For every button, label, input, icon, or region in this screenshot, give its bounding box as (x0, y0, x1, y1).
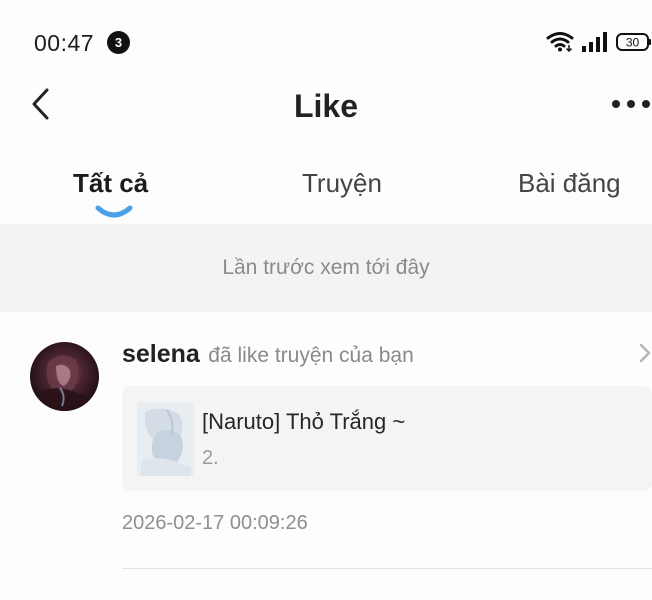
active-tab-indicator (95, 205, 133, 218)
status-bar: 00:47 3 30 (0, 0, 652, 86)
wifi-icon (546, 32, 574, 52)
status-time: 00:47 (34, 30, 95, 56)
notification-count-badge: 3 (107, 31, 130, 54)
tab-all[interactable]: Tất cả (73, 168, 148, 199)
user-name[interactable]: selena (122, 340, 200, 368)
notification-timestamp: 2026-02-17 00:09:26 (122, 512, 308, 534)
more-icon[interactable] (610, 98, 652, 110)
chevron-right-icon[interactable] (638, 342, 652, 364)
tab-posts[interactable]: Bài đăng (518, 168, 621, 199)
notification-item[interactable]: selena đã like truyện của bạn [Naruto] T… (0, 312, 652, 600)
story-title: [Naruto] Thỏ Trắng ~ (202, 409, 406, 434)
story-chapter: 2. (202, 447, 219, 469)
tab-stories[interactable]: Truyện (302, 168, 382, 199)
story-card[interactable]: [Naruto] Thỏ Trắng ~ 2. (122, 386, 652, 491)
notification-header: selena đã like truyện của bạn (122, 340, 414, 369)
signal-icon (582, 32, 607, 52)
story-thumbnail (137, 402, 194, 476)
avatar[interactable] (30, 342, 99, 411)
last-viewed-banner: Lần trước xem tới đây (0, 224, 652, 312)
tab-bar: Tất cả Truyện Bài đăng (0, 160, 652, 224)
page-title: Like (293, 88, 359, 124)
row-divider (122, 568, 652, 569)
header: Like (0, 80, 652, 136)
action-text: đã like truyện của bạn (208, 344, 414, 367)
battery-level: 30 (626, 36, 640, 50)
battery-icon: 30 (616, 33, 651, 51)
